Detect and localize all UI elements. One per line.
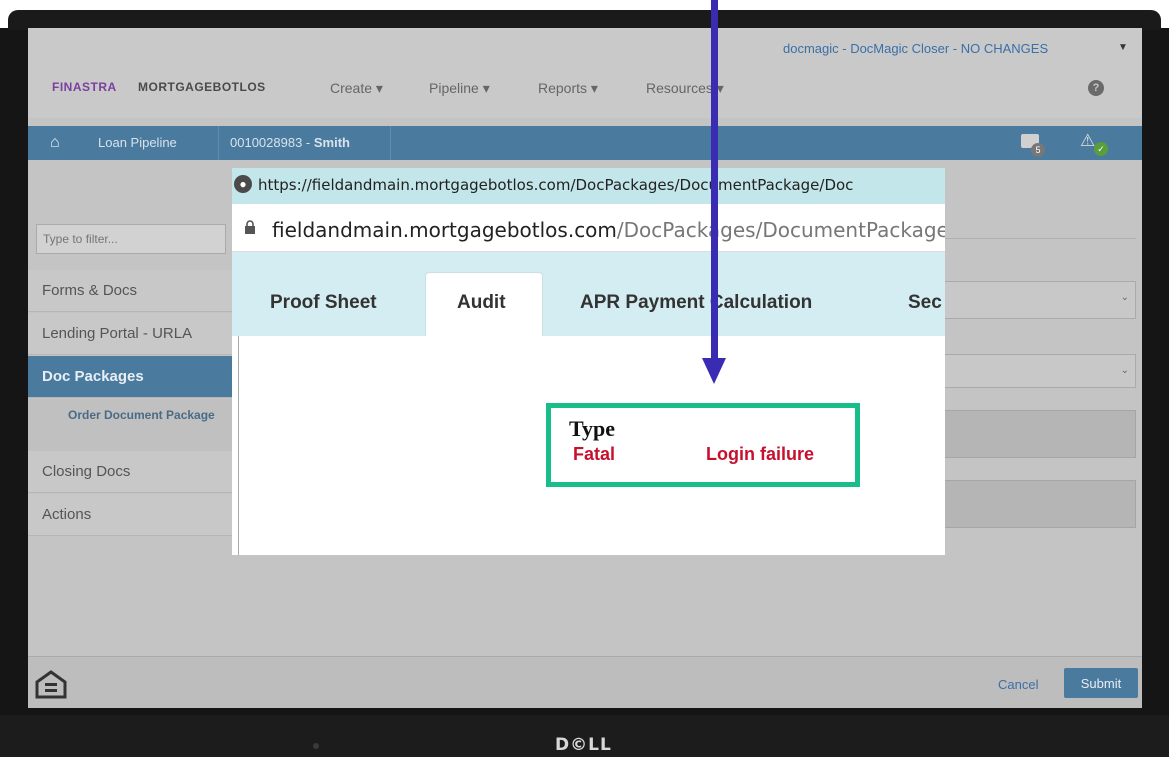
laptop-brand-logo: D©LL	[555, 735, 612, 755]
check-badge-icon: ✓	[1094, 142, 1108, 156]
breadcrumb-loan-number[interactable]: 0010028983 - Smith	[230, 135, 350, 150]
loan-number-text: 0010028983 -	[230, 135, 314, 150]
address-url-domain: fieldandmain.mortgagebotlos.com	[272, 218, 617, 242]
tab-strip: Proof Sheet Audit APR Payment Calculatio…	[232, 252, 945, 338]
sidebar-filter-input[interactable]	[36, 224, 226, 254]
annotation-arrow-head	[702, 358, 726, 384]
warning-icon[interactable]: ⚠	[1080, 131, 1095, 151]
chevron-down-icon: ⌄	[1120, 365, 1129, 376]
footer-bar: Cancel Submit	[28, 656, 1142, 708]
nav-pipeline[interactable]: Pipeline ▾	[429, 80, 490, 97]
package-select[interactable]: ⌄	[943, 281, 1136, 319]
document-preview-popup: ● https://fieldandmain.mortgagebotlos.co…	[232, 168, 945, 555]
bezel-top-frame	[8, 10, 1161, 30]
tab-audit[interactable]: Audit	[457, 292, 506, 314]
sidebar-item-forms-docs[interactable]: Forms & Docs	[28, 270, 233, 312]
user-menu-caret-icon[interactable]: ▼	[1118, 42, 1128, 53]
folder-count-badge: 5	[1031, 143, 1045, 157]
browser-title-url: https://fieldandmain.mortgagebotlos.com/…	[258, 176, 854, 194]
submit-button[interactable]: Submit	[1064, 668, 1138, 698]
content-panel	[943, 480, 1136, 528]
address-bar[interactable]: fieldandmain.mortgagebotlos.com/DocPacka…	[232, 208, 945, 252]
brand-logo-secondary: MORTGAGEBOTLOS	[138, 80, 266, 94]
address-url-path: /DocPackages/DocumentPackage	[616, 218, 945, 242]
user-menu[interactable]: docmagic - DocMagic Closer - NO CHANGES	[783, 41, 1048, 56]
breadcrumb-loan-pipeline[interactable]: Loan Pipeline	[98, 135, 177, 150]
error-level: Fatal	[573, 444, 616, 464]
sidebar-item-lending-portal[interactable]: Lending Portal - URLA	[28, 313, 233, 355]
breadcrumb-divider	[218, 126, 219, 160]
sidebar-item-closing-docs[interactable]: Closing Docs	[28, 451, 233, 493]
brand-logo-primary: FINASTRA	[52, 80, 117, 94]
globe-icon: ●	[234, 175, 252, 193]
help-icon[interactable]: ?	[1088, 80, 1104, 96]
nav-reports[interactable]: Reports ▾	[538, 80, 598, 97]
nav-create[interactable]: Create ▾	[330, 80, 383, 97]
sidebar-subitem-order-document-package[interactable]: Order Document Package	[28, 399, 233, 451]
sidebar-item-doc-packages[interactable]: Doc Packages	[28, 356, 233, 398]
chevron-down-icon: ⌄	[1120, 292, 1129, 303]
home-icon[interactable]: ⌂	[50, 134, 60, 152]
sensor-dot	[313, 743, 319, 749]
borrower-name: Smith	[313, 135, 350, 150]
app-header: FINASTRA MORTGAGEBOTLOS Create ▾ Pipelin…	[28, 28, 1142, 118]
content-divider	[943, 238, 1136, 239]
option-select[interactable]: ⌄	[943, 354, 1136, 388]
tab-apr-payment-calculation[interactable]: APR Payment Calculation	[580, 292, 812, 314]
browser-title-bar: ● https://fieldandmain.mortgagebotlos.co…	[232, 168, 945, 204]
sidebar-item-actions[interactable]: Actions	[28, 494, 233, 536]
tab-proof-sheet[interactable]: Proof Sheet	[270, 292, 377, 314]
lock-icon	[245, 220, 255, 234]
type-column-header: Type	[569, 416, 616, 441]
tab-sec[interactable]: Sec	[908, 292, 942, 314]
annotation-arrow-shaft	[711, 0, 718, 362]
cancel-button[interactable]: Cancel	[998, 677, 1038, 692]
error-highlight-box: Type Fatal Login failure	[546, 403, 860, 487]
error-message: Login failure	[706, 444, 814, 464]
content-panel	[943, 410, 1136, 458]
breadcrumb-divider	[390, 126, 391, 160]
breadcrumb-bar: ⌂ Loan Pipeline 0010028983 - Smith 5 ⚠ ✓	[28, 126, 1142, 160]
address-url: fieldandmain.mortgagebotlos.com/DocPacka…	[272, 218, 945, 242]
equal-housing-icon	[35, 670, 67, 699]
